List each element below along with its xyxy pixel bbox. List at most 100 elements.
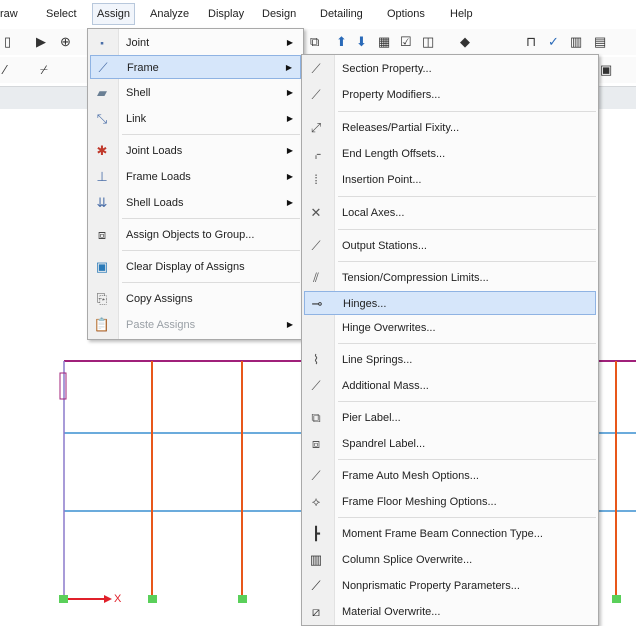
- menu-item-label: Property Modifiers...: [342, 89, 441, 101]
- menu-separator: [338, 401, 596, 402]
- menu-item-column-splice[interactable]: ▥ Column Splice Overwrite...: [304, 548, 596, 572]
- shell-loads-icon: ⇊: [96, 195, 108, 210]
- menu-item-label: Material Overwrite...: [342, 606, 441, 618]
- object-icon[interactable]: ◆: [460, 33, 470, 51]
- menu-item-end-length-offsets[interactable]: ⌌ End Length Offsets...: [304, 142, 596, 166]
- menu-item-line-springs[interactable]: ⌇ Line Springs...: [304, 348, 596, 372]
- menu-item-label: Releases/Partial Fixity...: [342, 122, 460, 134]
- menu-design[interactable]: Design: [262, 8, 296, 20]
- menu-item-label: Line Springs...: [342, 354, 413, 366]
- menu-separator: [122, 250, 300, 251]
- frame-shape-icon[interactable]: ⊓: [526, 33, 536, 51]
- frame-submenu: ⟋ Section Property... ⟋ Property Modifie…: [301, 54, 599, 626]
- frame-loads-icon: ⊥: [96, 169, 108, 184]
- menu-item-label: Hinges...: [343, 298, 387, 310]
- menu-separator: [338, 229, 596, 230]
- draw-beam-icon[interactable]: ⌿: [40, 61, 48, 79]
- menu-item-label: Shell Loads: [126, 197, 184, 209]
- checkbox-icon[interactable]: ☑: [400, 33, 412, 51]
- menu-item-label: Pier Label...: [342, 412, 401, 424]
- menu-item-joint[interactable]: ⬝ Joint ▶: [90, 31, 301, 55]
- menu-item-label: End Length Offsets...: [342, 148, 446, 160]
- insertion-point-icon: ⁞: [314, 172, 318, 187]
- draw-frame-icon[interactable]: ⁄: [4, 61, 6, 79]
- menu-item-releases[interactable]: ⤢ Releases/Partial Fixity...: [304, 116, 596, 140]
- menu-item-floor-meshing[interactable]: ⟡ Frame Floor Meshing Options...: [304, 490, 596, 514]
- menu-assign[interactable]: Assign: [92, 3, 136, 25]
- move-down-icon[interactable]: ⬇: [356, 33, 367, 51]
- new-icon[interactable]: ▯: [4, 33, 11, 51]
- building-icon[interactable]: ▤: [594, 33, 606, 51]
- menu-item-tension-compression[interactable]: ⫽ Tension/Compression Limits...: [304, 266, 596, 290]
- menu-item-hinges[interactable]: ⊸ Hinges...: [304, 291, 596, 315]
- menu-item-copy-assigns[interactable]: ⎘ Copy Assigns: [90, 287, 301, 311]
- menu-item-label: Moment Frame Beam Connection Type...: [342, 528, 543, 540]
- support-icon: [59, 595, 68, 603]
- menu-display[interactable]: Display: [208, 8, 244, 20]
- menu-item-label: Frame: [127, 62, 159, 74]
- menu-item-assign-group[interactable]: ⧈ Assign Objects to Group...: [90, 223, 301, 247]
- menu-item-link[interactable]: ⤡ Link ▶: [90, 107, 301, 131]
- material-overwrite-icon: ⧄: [311, 604, 321, 619]
- submenu-arrow-icon: ▶: [286, 88, 293, 97]
- menu-item-section-property[interactable]: ⟋ Section Property...: [304, 57, 596, 81]
- menu-draw[interactable]: raw: [0, 8, 18, 20]
- menu-item-property-modifiers[interactable]: ⟋ Property Modifiers...: [304, 83, 596, 107]
- menu-options[interactable]: Options: [387, 8, 425, 20]
- property-modifiers-icon: ⟋: [311, 87, 321, 102]
- pier-label-icon: ⧉: [311, 410, 321, 425]
- assign-menu: ⬝ Joint ▶ ⟋ Frame ▶ ▰ Shell ▶ ⤡ Link ▶ ✱…: [87, 28, 304, 340]
- menu-item-label: Assign Objects to Group...: [126, 229, 255, 241]
- view-icon[interactable]: ◫: [422, 33, 434, 51]
- menu-item-pier-label[interactable]: ⧉ Pier Label...: [304, 406, 596, 430]
- menu-item-auto-mesh[interactable]: ⟋ Frame Auto Mesh Options...: [304, 464, 596, 488]
- submenu-arrow-icon: ▶: [285, 63, 292, 72]
- menu-item-frame[interactable]: ⟋ Frame ▶: [90, 55, 301, 79]
- menu-item-label: Frame Floor Meshing Options...: [342, 496, 497, 508]
- submenu-arrow-icon: ▶: [286, 38, 293, 47]
- section-property-icon: ⟋: [311, 61, 321, 76]
- table-icon[interactable]: ▣: [600, 61, 612, 79]
- menu-item-frame-loads[interactable]: ⊥ Frame Loads ▶: [90, 165, 301, 189]
- menu-item-label: Nonprismatic Property Parameters...: [342, 580, 520, 592]
- chart-icon[interactable]: ▥: [570, 33, 582, 51]
- zoom-icon[interactable]: ⊕: [60, 33, 71, 51]
- grid-icon[interactable]: ▦: [378, 33, 390, 51]
- menu-item-nonprismatic[interactable]: ⟋ Nonprismatic Property Parameters...: [304, 574, 596, 598]
- menu-help[interactable]: Help: [450, 8, 473, 20]
- menu-item-additional-mass[interactable]: ⟋ Additional Mass...: [304, 374, 596, 398]
- menu-analyze[interactable]: Analyze: [150, 8, 189, 20]
- menu-item-output-stations[interactable]: ⟋ Output Stations...: [304, 234, 596, 258]
- menu-item-hinge-overwrites[interactable]: Hinge Overwrites...: [304, 316, 596, 340]
- paste-icon: 📋: [93, 317, 111, 332]
- end-offsets-icon: ⌌: [310, 146, 322, 161]
- menu-select[interactable]: Select: [46, 8, 77, 20]
- menu-item-label: Local Axes...: [342, 207, 405, 219]
- support-icon: [148, 595, 157, 603]
- submenu-arrow-icon: ▶: [286, 172, 293, 181]
- menu-separator: [338, 459, 596, 460]
- menu-item-label: Insertion Point...: [342, 174, 422, 186]
- column-splice-icon: ▥: [309, 552, 323, 567]
- menu-item-shell-loads[interactable]: ⇊ Shell Loads ▶: [90, 191, 301, 215]
- view-3d-icon[interactable]: ⧉: [310, 33, 319, 51]
- menu-item-label: Shell: [126, 87, 151, 99]
- joint-icon: ⬝: [100, 35, 104, 50]
- menu-item-material-overwrite[interactable]: ⧄ Material Overwrite...: [304, 600, 596, 624]
- menu-item-shell[interactable]: ▰ Shell ▶: [90, 81, 301, 105]
- menu-item-clear-display[interactable]: ▣ Clear Display of Assigns: [90, 255, 301, 279]
- run-icon[interactable]: ▶: [36, 33, 46, 51]
- menu-item-joint-loads[interactable]: ✱ Joint Loads ▶: [90, 139, 301, 163]
- menu-detailing[interactable]: Detailing: [320, 8, 363, 20]
- line-springs-icon: ⌇: [312, 352, 320, 367]
- menu-item-beam-connection[interactable]: ┣ Moment Frame Beam Connection Type...: [304, 522, 596, 546]
- menu-item-spandrel-label[interactable]: ⧈ Spandrel Label...: [304, 432, 596, 456]
- spandrel-label-icon: ⧈: [311, 436, 321, 451]
- menu-item-insertion-point[interactable]: ⁞ Insertion Point...: [304, 168, 596, 192]
- wall-marker: [59, 372, 67, 400]
- frame-icon: ⟋: [98, 60, 108, 75]
- menu-item-paste-assigns[interactable]: 📋 Paste Assigns ▶: [90, 313, 301, 337]
- move-up-icon[interactable]: ⬆: [336, 33, 347, 51]
- check-mark-icon[interactable]: ✓: [548, 33, 559, 51]
- menu-item-local-axes[interactable]: ✕ Local Axes...: [304, 201, 596, 225]
